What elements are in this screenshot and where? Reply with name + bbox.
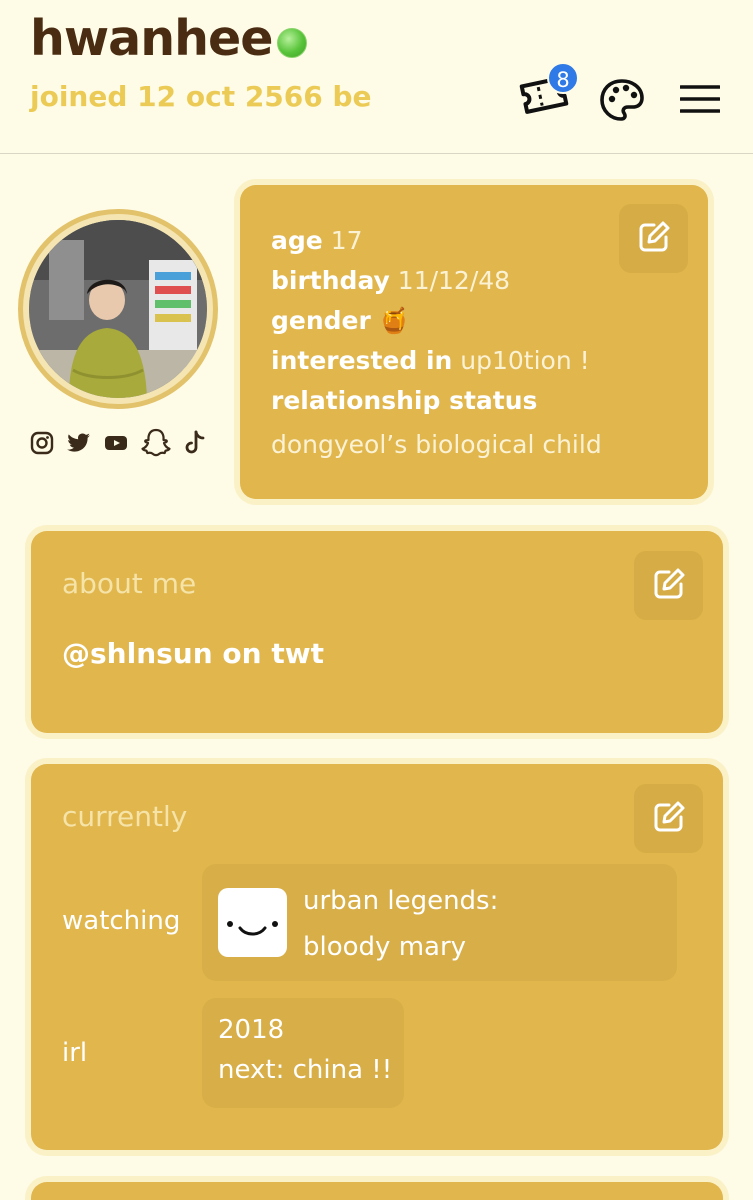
edit-about-button[interactable]: [634, 551, 703, 620]
currently-card: currently watching urban legends: bloody…: [31, 764, 723, 1150]
edit-icon: [636, 219, 672, 259]
currently-title: currently: [62, 800, 188, 833]
relationship-label: relationship status: [271, 386, 538, 415]
watching-tile[interactable]: urban legends: bloody mary: [202, 864, 677, 981]
watching-label: watching: [62, 906, 181, 936]
interested-label: interested in: [271, 346, 453, 375]
age-label: age: [271, 226, 323, 255]
about-me-card: about me @shlnsun on twt: [31, 531, 723, 733]
avatar[interactable]: [18, 209, 218, 409]
age-value: 17: [330, 226, 363, 255]
edit-icon: [651, 799, 687, 839]
gender-row: gender 🍯: [271, 301, 602, 341]
hamburger-menu-icon[interactable]: [679, 84, 721, 118]
about-me-title: about me: [62, 567, 197, 600]
username: hwanhee: [30, 10, 273, 67]
profile-header: hwanhee joined 12 oct 2566 be 8: [0, 0, 753, 154]
watching-title: urban legends: bloody mary: [303, 878, 498, 970]
edit-icon: [651, 566, 687, 606]
irl-line-2: next: china !!: [218, 1055, 393, 1085]
joined-date: joined 12 oct 2566 be: [30, 80, 372, 113]
profile-details: age 17 birthday 11/12/48 gender 🍯 intere…: [271, 221, 602, 465]
irl-line-1: 2018: [218, 1015, 285, 1045]
instagram-icon[interactable]: [30, 431, 54, 459]
smiley-icon: [227, 921, 278, 936]
interested-row: interested in up10tion !: [271, 341, 602, 381]
show-thumbnail: [218, 888, 287, 957]
watching-line-2: bloody mary: [303, 932, 467, 962]
birthday-label: birthday: [271, 266, 390, 295]
edit-profile-button[interactable]: [619, 204, 688, 273]
gender-label: gender: [271, 306, 371, 335]
notification-badge[interactable]: 8: [547, 62, 579, 94]
watching-line-1: urban legends:: [303, 886, 499, 916]
snapchat-icon[interactable]: [141, 428, 171, 462]
online-status-icon: [277, 28, 307, 58]
irl-tile[interactable]: 2018 next: china !!: [202, 998, 404, 1108]
twitter-icon[interactable]: [67, 432, 91, 458]
tiktok-icon[interactable]: [184, 430, 206, 460]
next-section-card: [31, 1182, 723, 1200]
relationship-row: relationship status: [271, 381, 602, 421]
interested-value: up10tion !: [460, 346, 590, 375]
irl-label: irl: [62, 1038, 88, 1068]
birthday-value: 11/12/48: [397, 266, 511, 295]
avatar-photo: [29, 220, 207, 398]
gender-value: 🍯: [378, 306, 410, 335]
youtube-icon[interactable]: [104, 434, 128, 456]
irl-text: 2018 next: china !!: [218, 1010, 392, 1090]
relationship-value: dongyeol’s biological child: [271, 430, 602, 459]
about-me-text: @shlnsun on twt: [62, 637, 324, 670]
palette-icon[interactable]: [599, 78, 645, 126]
social-links: [30, 428, 206, 462]
profile-info-card: age 17 birthday 11/12/48 gender 🍯 intere…: [240, 185, 708, 499]
birthday-row: birthday 11/12/48: [271, 261, 602, 301]
edit-currently-button[interactable]: [634, 784, 703, 853]
age-row: age 17: [271, 221, 602, 261]
relationship-value-row: dongyeol’s biological child: [271, 425, 602, 465]
